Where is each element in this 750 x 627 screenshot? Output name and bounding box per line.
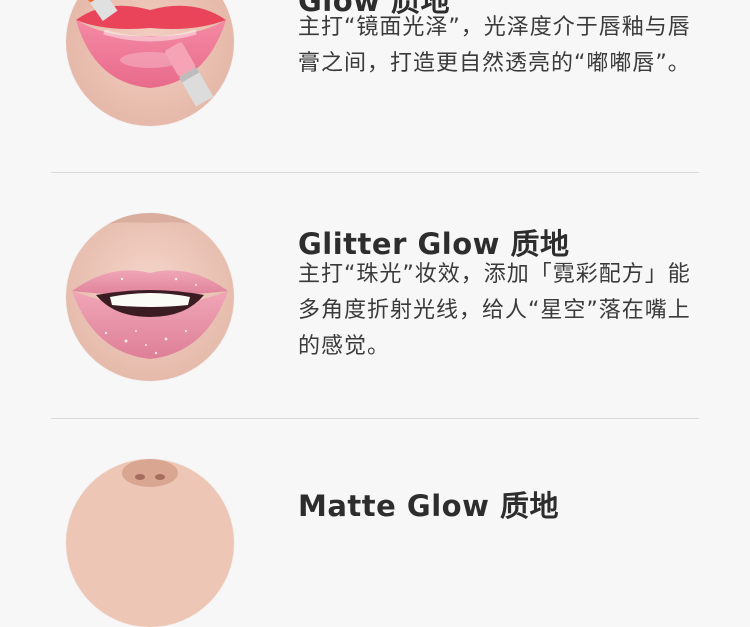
glitter-lips-image xyxy=(66,213,234,381)
texture-item-matte-glow: Matte Glow 质地 xyxy=(0,419,750,627)
item-description: 主打“珠光”妆效，添加「霓彩配方」能多角度折射光线，给人“星空”落在嘴上的感觉。 xyxy=(298,262,691,359)
item-description: 主打“镜面光泽”，光泽度介于唇釉与唇膏之间，打造更自然透亮的“嘟嘟唇”。 xyxy=(298,15,691,76)
item-title: Matte Glow 质地 xyxy=(298,489,559,523)
matte-lips-image xyxy=(66,459,234,627)
texture-item-glow: Glow 质地 主打“镜面光泽”，光泽度介于唇釉与唇膏之间，打造更自然透亮的“嘟… xyxy=(0,0,750,172)
texture-item-glitter-glow: Glitter Glow 质地 主打“珠光”妆效，添加「霓彩配方」能多角度折射光… xyxy=(0,173,750,418)
glow-lips-image xyxy=(66,0,234,126)
